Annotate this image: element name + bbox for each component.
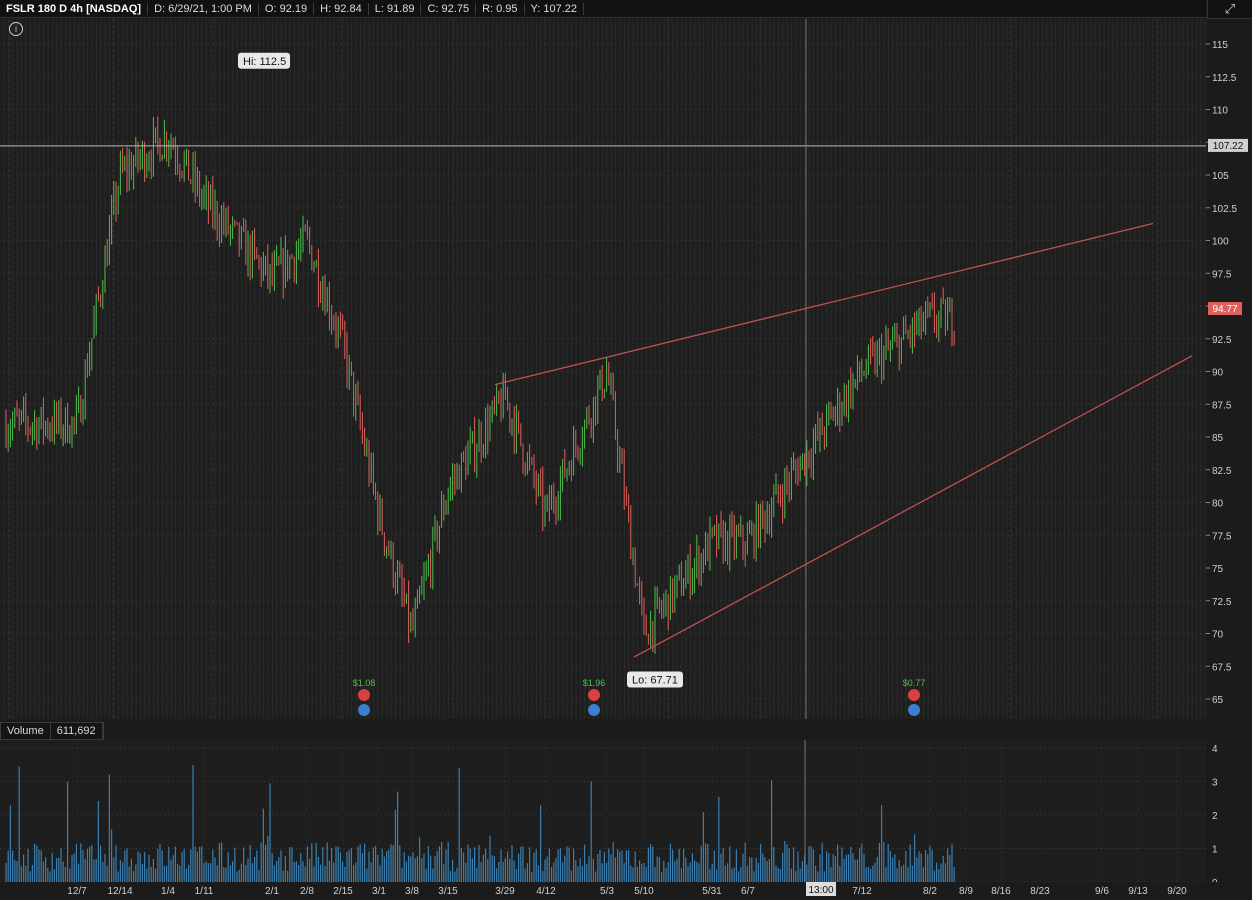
svg-text:13:00: 13:00 xyxy=(808,885,833,896)
time-tick-label: 3/8 xyxy=(405,886,419,897)
price-tick-label: 112.5 xyxy=(1212,73,1237,84)
date-readout: D: 6/29/21, 1:00 PM xyxy=(148,2,259,15)
crosshair-price-label: 107.22 xyxy=(1208,138,1248,152)
price-tick-label: 77.5 xyxy=(1212,531,1232,542)
time-tick-label: 5/31 xyxy=(702,886,722,897)
low-readout: L: 91.89 xyxy=(369,2,422,15)
time-tick-label: 9/20 xyxy=(1167,886,1187,897)
time-tick-label: 3/1 xyxy=(372,886,386,897)
time-tick-label: 6/7 xyxy=(741,886,755,897)
time-tick-label: 5/10 xyxy=(634,886,654,897)
time-cursor-label: 13:00 xyxy=(806,882,836,896)
low-label: Lo: 67.71 xyxy=(632,674,678,686)
price-tick-label: 102.5 xyxy=(1212,204,1237,215)
last-price-label: 94.77 xyxy=(1208,302,1242,316)
price-tick-label: 100 xyxy=(1212,237,1229,248)
time-tick-label: 7/12 xyxy=(852,886,872,897)
close-readout: C: 92.75 xyxy=(421,2,477,15)
time-tick-label: 1/4 xyxy=(161,886,175,897)
dividend-icon[interactable] xyxy=(908,704,920,716)
volume-title: Volume xyxy=(1,723,51,739)
time-tick-label: 5/3 xyxy=(600,886,614,897)
earnings-icon[interactable] xyxy=(908,689,920,701)
time-tick-label: 3/29 xyxy=(495,886,515,897)
svg-text:94.77: 94.77 xyxy=(1212,304,1237,315)
range-readout: R: 0.95 xyxy=(476,2,525,15)
price-tick-label: 115 xyxy=(1212,40,1228,51)
symbol-label[interactable]: FSLR 180 D 4h [NASDAQ] xyxy=(0,2,149,15)
time-tick-label: 1/11 xyxy=(195,886,214,897)
time-tick-label: 4/12 xyxy=(536,886,556,897)
price-tick-label: 70 xyxy=(1212,630,1224,641)
price-tick-label: 65 xyxy=(1212,695,1224,706)
time-tick-label: 8/2 xyxy=(923,886,937,897)
svg-text:107.22: 107.22 xyxy=(1213,141,1244,152)
time-tick-label: 2/1 xyxy=(265,886,279,897)
time-tick-label: 9/6 xyxy=(1095,886,1109,897)
time-axis[interactable] xyxy=(0,882,1252,900)
price-tick-label: 87.5 xyxy=(1212,400,1232,411)
low-callout: Lo: 67.71 xyxy=(627,671,683,688)
dividend-icon[interactable] xyxy=(588,704,600,716)
volume-plot-bg xyxy=(0,740,1206,882)
time-tick-label: 8/23 xyxy=(1030,886,1050,897)
time-tick-label: 2/8 xyxy=(300,886,314,897)
chart-header: FSLR 180 D 4h [NASDAQ] D: 6/29/21, 1:00 … xyxy=(0,0,1206,18)
dividend-label-3: $0.77 xyxy=(903,678,926,688)
time-tick-label: 3/15 xyxy=(438,886,458,897)
price-tick-label: 105 xyxy=(1212,171,1229,182)
volume-value: 611,692 xyxy=(51,723,103,739)
time-tick-label: 8/9 xyxy=(959,886,973,897)
volume-tick-label: 3 xyxy=(1212,778,1218,789)
time-tick-label: 8/16 xyxy=(991,886,1011,897)
high-label: Hi: 112.5 xyxy=(243,56,286,68)
price-tick-label: 90 xyxy=(1212,368,1224,379)
dividend-icon[interactable] xyxy=(358,704,370,716)
price-tick-label: 82.5 xyxy=(1212,466,1232,477)
dividend-label-2: $1.96 xyxy=(583,678,606,688)
high-readout: H: 92.84 xyxy=(314,2,369,15)
earnings-icon[interactable] xyxy=(588,689,600,701)
high-callout: Hi: 112.5 xyxy=(238,52,290,69)
price-tick-label: 92.5 xyxy=(1212,335,1232,346)
volume-chart[interactable]: 43210 12/712/141/41/112/12/82/153/13/83/… xyxy=(0,722,1252,900)
price-chart[interactable]: 115112.5110107.5105102.510097.59592.5908… xyxy=(0,19,1252,719)
dividend-label-1: $1.08 xyxy=(353,678,376,688)
open-readout: O: 92.19 xyxy=(259,2,315,15)
volume-tick-label: 1 xyxy=(1212,845,1218,856)
time-tick-label: 9/13 xyxy=(1128,886,1148,897)
expand-arrow-icon[interactable]: ⤢ xyxy=(1207,0,1252,19)
time-tick-label: 12/7 xyxy=(67,886,87,897)
volume-header: Volume 611,692 xyxy=(0,722,104,740)
info-icon[interactable]: i xyxy=(9,22,23,36)
volume-tick-label: 2 xyxy=(1212,811,1218,822)
cursor-y-readout: Y: 107.22 xyxy=(525,2,585,15)
price-tick-label: 72.5 xyxy=(1212,597,1232,608)
price-tick-label: 75 xyxy=(1212,564,1224,575)
time-tick-label: 12/14 xyxy=(107,886,132,897)
price-tick-label: 80 xyxy=(1212,499,1224,510)
volume-tick-label: 4 xyxy=(1212,744,1218,755)
price-tick-label: 110 xyxy=(1212,106,1228,117)
price-tick-label: 97.5 xyxy=(1212,269,1232,280)
time-tick-label: 2/15 xyxy=(333,886,353,897)
price-tick-label: 85 xyxy=(1212,433,1224,444)
earnings-icon[interactable] xyxy=(358,689,370,701)
price-tick-label: 67.5 xyxy=(1212,662,1232,673)
